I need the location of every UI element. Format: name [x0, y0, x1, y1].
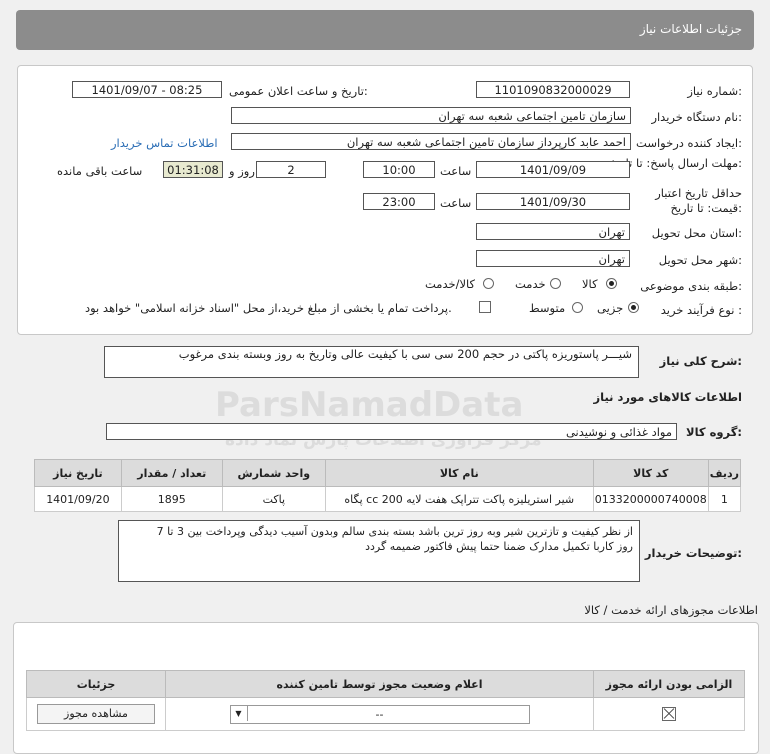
table-row: ▼ -- مشاهده مجوز — [26, 697, 745, 731]
col-date: تاریخ نیاز — [34, 459, 122, 487]
deadline-time-label: ساعت — [440, 164, 472, 178]
treasury-checkbox[interactable] — [479, 301, 491, 313]
province-field: تهران — [476, 223, 630, 240]
col-qty: تعداد / مقدار — [120, 459, 223, 487]
view-permit-button[interactable]: مشاهده مجوز — [37, 704, 155, 724]
category-option-goods: کالا — [582, 277, 598, 291]
category-option-goods-service: کالا/خدمت — [425, 277, 476, 291]
goods-info-title: اطلاعات کالاهای مورد نیاز — [593, 390, 742, 404]
permits-table: الزامی بودن ارائه مجوز اعلام وضعیت مجوز … — [26, 670, 745, 731]
validity-label-1: حداقل تاریخ اعتبار — [655, 186, 742, 200]
process-radio-minor[interactable] — [628, 302, 639, 313]
goods-table: ردیف کد کالا نام کالا واحد شمارش تعداد /… — [34, 459, 742, 512]
buyer-notes-label: توضیحات خریدار: — [644, 546, 742, 560]
col-permit-status: اعلام وضعیت مجوز توسط تامین کننده — [165, 670, 594, 698]
remaining-time-field: 01:31:08 — [163, 161, 223, 178]
city-field: تهران — [476, 250, 630, 267]
page-title: جزئیات اطلاعات نیاز — [639, 22, 742, 36]
days-remaining-field: 2 — [256, 161, 326, 178]
checkbox-x-icon[interactable] — [662, 707, 676, 721]
requester-label: ایجاد کننده درخواست: — [636, 136, 742, 150]
permit-details-cell: مشاهده مجوز — [26, 697, 166, 731]
permit-status-select[interactable]: ▼ -- — [229, 704, 530, 724]
city-label: شهر محل تحویل: — [658, 253, 742, 267]
category-option-service: خدمت — [515, 277, 546, 291]
buyer-notes-field: از نظر کیفیت و تازترین شیر وبه روز ترین … — [118, 520, 640, 582]
province-label: استان محل تحویل: — [651, 226, 742, 240]
category-radio-goods[interactable] — [606, 278, 617, 289]
announce-field: 1401/09/07 - 08:25 — [72, 81, 222, 98]
permit-required-cell — [593, 697, 745, 731]
validity-label-2: قیمت: تا تاریخ: — [670, 201, 742, 215]
page-header: جزئیات اطلاعات نیاز — [16, 10, 754, 50]
process-label: نوع فرآیند خرید : — [660, 303, 742, 317]
requester-field: احمد عابد کارپرداز سازمان تامین اجتماعی … — [231, 133, 631, 150]
cell-qty: 1895 — [120, 486, 223, 512]
process-option-minor: جزیی — [597, 301, 624, 315]
buyer-notes-line-1: از نظر کیفیت و تازترین شیر وبه روز ترین … — [156, 525, 633, 538]
process-option-medium: متوسط — [529, 301, 566, 315]
permits-title: اطلاعات مجوزهای ارائه خدمت / کالا — [584, 603, 758, 617]
cell-unit: پاکت — [221, 486, 326, 512]
permit-status-value: -- — [375, 707, 384, 721]
deadline-time-field: 10:00 — [363, 161, 435, 178]
need-number-label: شماره نیاز: — [687, 84, 742, 98]
permit-status-cell: ▼ -- — [165, 697, 594, 731]
col-name: نام کالا — [324, 459, 594, 487]
remaining-label: ساعت باقی مانده — [57, 164, 143, 178]
announce-label: تاریخ و ساعت اعلان عمومی: — [229, 84, 368, 98]
category-label: طبقه بندی موضوعی: — [640, 279, 742, 293]
col-permit-required: الزامی بودن ارائه مجوز — [593, 670, 745, 698]
col-code: کد کالا — [592, 459, 709, 487]
buyer-contact-link[interactable]: اطلاعات تماس خریدار — [111, 136, 218, 150]
col-row: ردیف — [707, 459, 742, 487]
cell-code: 0133200000740008 — [592, 486, 709, 512]
process-radio-medium[interactable] — [572, 302, 583, 313]
treasury-note: پرداخت تمام یا بخشی از مبلغ خرید،از محل … — [85, 301, 452, 315]
cell-date: 1401/09/20 — [34, 486, 122, 512]
description-field: شیـــر پاستوریزه پاکتی در حجم 200 سی سی … — [104, 346, 639, 378]
description-label: شرح کلی نیاز: — [659, 354, 742, 368]
cell-row: 1 — [707, 486, 742, 512]
category-radio-goods-service[interactable] — [483, 278, 494, 289]
buyer-org-field: سازمان تامین اجتماعی شعبه سه تهران — [231, 107, 631, 124]
validity-time-label: ساعت — [440, 196, 472, 210]
category-radio-service[interactable] — [550, 278, 561, 289]
cell-name: شیر استریلیزه پاکت تتراپک هفت لایه 200 c… — [324, 486, 594, 512]
goods-group-label: گروه کالا: — [686, 425, 742, 439]
col-unit: واحد شمارش — [221, 459, 326, 487]
buyer-notes-line-2: روز کاربا تکمیل مدارک ضمنا حتما پیش فاکت… — [365, 540, 633, 553]
goods-group-field: مواد غذائی و نوشیدنی — [106, 423, 677, 440]
buyer-org-label: نام دستگاه خریدار: — [651, 110, 742, 124]
col-permit-details: جزئیات — [26, 670, 166, 698]
table-row: 1 0133200000740008 شیر استریلیزه پاکت تت… — [34, 486, 742, 512]
chevron-down-icon: ▼ — [231, 705, 248, 721]
days-label: روز و — [229, 164, 255, 178]
watermark-text: ParsNamadData — [215, 385, 524, 425]
deadline-date-field: 1401/09/09 — [476, 161, 630, 178]
validity-date-field: 1401/09/30 — [476, 193, 630, 210]
need-number-field: 1101090832000029 — [476, 81, 630, 98]
validity-time-field: 23:00 — [363, 193, 435, 210]
